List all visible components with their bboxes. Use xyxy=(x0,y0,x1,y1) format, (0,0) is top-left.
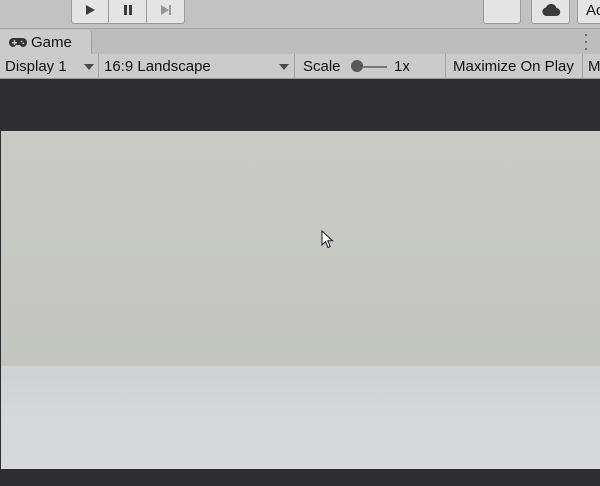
cloud-button[interactable] xyxy=(531,0,570,24)
pause-button[interactable] xyxy=(109,0,147,24)
tab-game[interactable]: Game xyxy=(0,30,92,54)
step-icon xyxy=(160,5,171,15)
scale-slider-handle[interactable] xyxy=(351,60,363,72)
step-button[interactable] xyxy=(147,0,185,24)
scale-value: 1x xyxy=(394,57,410,75)
chevron-down-icon xyxy=(84,64,94,70)
kebab-dot xyxy=(585,34,587,36)
aspect-value: 16:9 Landscape xyxy=(104,57,211,75)
main-toolbar: Ac xyxy=(0,0,600,29)
gamepad-icon xyxy=(9,37,27,47)
game-window-tabbar: Game xyxy=(0,29,600,54)
playback-controls xyxy=(71,0,185,24)
display-dropdown[interactable]: Display 1 xyxy=(0,54,99,78)
play-icon xyxy=(86,5,95,15)
cloud-icon xyxy=(541,3,560,17)
aspect-dropdown[interactable]: 16:9 Landscape xyxy=(99,54,295,78)
maximize-on-play-label: Maximize On Play xyxy=(453,57,574,75)
maximize-on-play-toggle[interactable]: Maximize On Play xyxy=(446,54,583,78)
collab-button[interactable] xyxy=(483,0,521,24)
kebab-dot xyxy=(585,48,587,50)
scale-label: Scale xyxy=(303,57,341,75)
rendered-scene-ground xyxy=(1,366,600,469)
play-button[interactable] xyxy=(71,0,109,24)
mouse-cursor-icon xyxy=(321,230,334,249)
pause-icon xyxy=(123,5,132,15)
game-view-controlbar: Display 1 16:9 Landscape Scale 1x Maximi… xyxy=(0,54,600,79)
tab-game-label: Game xyxy=(31,33,72,51)
display-value: Display 1 xyxy=(5,57,67,75)
kebab-dot xyxy=(585,41,587,43)
truncated-toggle[interactable]: M xyxy=(583,54,600,78)
account-button[interactable]: Ac xyxy=(577,0,600,24)
window-menu-button[interactable] xyxy=(582,34,590,50)
truncated-label: M xyxy=(588,57,600,75)
chevron-down-icon xyxy=(279,64,289,70)
